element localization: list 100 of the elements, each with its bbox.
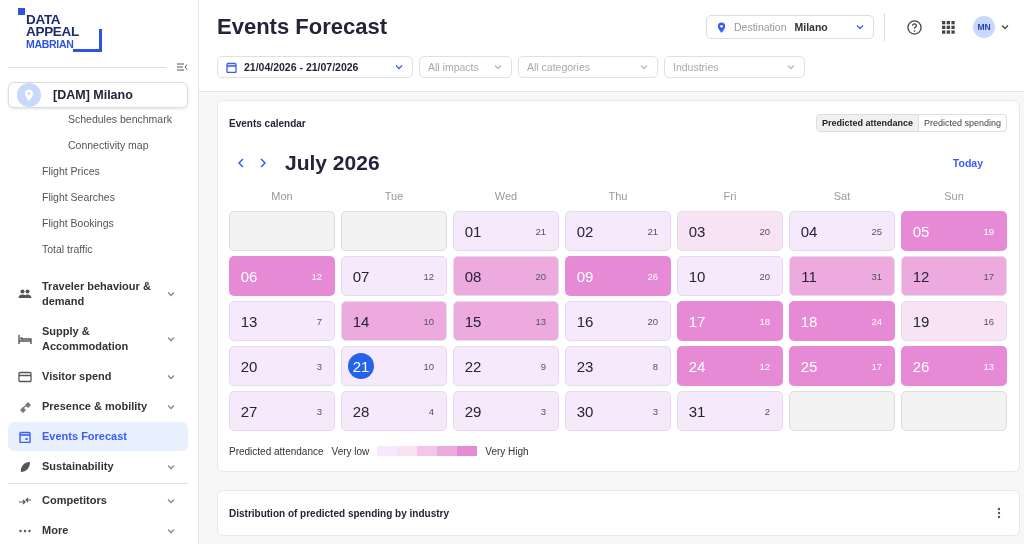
more-options-icon[interactable] [997,507,1001,519]
chevron-down-icon [1000,22,1010,32]
day-number: 25 [799,356,819,377]
nav-link[interactable]: Schedules benchmark [8,106,188,132]
nav-item[interactable]: Supply & Accommodation [8,317,188,361]
legend-label: Very High [485,445,529,457]
day-cell[interactable]: 02 21 [565,211,671,251]
day-cell[interactable]: 07 12 [341,256,447,296]
day-cell[interactable]: 19 16 [901,301,1007,341]
day-cell[interactable]: 13 7 [229,301,335,341]
nav-link[interactable]: Connectivity map [8,132,188,158]
card-title: Events calendar [229,117,306,129]
logo: DATA APPEAL MABRIAN [18,8,108,50]
nav-item[interactable]: Competitors [8,486,188,515]
day-cell[interactable]: 31 2 [677,391,783,431]
weekday-label: Thu [607,190,629,202]
nav-item[interactable]: Events Forecast [8,422,188,451]
day-cell[interactable]: 22 9 [453,346,559,386]
event-count: 17 [983,270,994,282]
day-cell[interactable]: 03 20 [677,211,783,251]
weekday-label: Wed [493,190,519,202]
event-count: 18 [759,315,770,327]
day-number: 19 [911,311,931,332]
day-cell[interactable]: 27 3 [229,391,335,431]
filter-dropdown[interactable]: 21/04/2026 - 21/07/2026 [217,56,413,78]
day-cell[interactable]: 14 10 [341,301,447,341]
day-cell[interactable]: 08 20 [453,256,559,296]
nav-item[interactable]: Presence & mobility [8,392,188,421]
day-number: 28 [351,401,371,422]
day-number: 18 [799,311,819,332]
day-number: 17 [687,311,707,332]
day-number: 13 [239,311,259,332]
day-number: 01 [463,221,483,242]
event-count: 2 [764,405,770,417]
today-button[interactable]: Today [952,157,983,169]
nav-link[interactable]: Flight Bookings [8,210,188,236]
day-cell[interactable]: 29 3 [453,391,559,431]
day-number: 14 [351,311,371,332]
day-number: 09 [575,266,595,287]
event-count: 20 [759,225,770,237]
day-cell[interactable]: 04 25 [789,211,895,251]
day-cell[interactable]: 10 20 [677,256,783,296]
day-number: 11 [800,266,818,287]
day-number: 24 [687,356,707,377]
day-number: 15 [463,311,483,332]
card-icon [18,370,32,383]
nav-item[interactable]: Visitor spend [8,362,188,391]
day-cell[interactable]: 30 3 [565,391,671,431]
event-count: 7 [316,315,322,327]
day-number: 02 [575,221,595,242]
day-number: 10 [687,266,707,287]
event-count: 4 [428,405,434,417]
legend-label: Very low [331,445,370,457]
nav-item[interactable]: Traveler behaviour & demand [8,272,188,316]
event-count: 21 [647,225,658,237]
event-count: 10 [423,360,434,372]
nav-link[interactable]: Flight Prices [8,158,188,184]
page-title: Events Forecast [217,14,388,40]
nav-item[interactable]: Sustainability [8,452,188,481]
event-count: 17 [871,360,882,372]
previous-month-icon[interactable] [237,158,245,168]
collapse-menu-icon[interactable] [176,62,188,72]
next-month-icon[interactable] [259,158,267,168]
calendar-icon [226,61,237,73]
chevron-down-icon [394,62,404,72]
nav-link[interactable]: Flight Searches [8,184,188,210]
day-cell[interactable]: 12 17 [901,256,1007,296]
event-count: 10 [423,315,434,327]
day-number: 27 [239,401,259,422]
day-cell[interactable]: 23 8 [565,346,671,386]
day-number: 20 [239,356,259,377]
day-cell[interactable]: 20 3 [229,346,335,386]
apps-grid-icon[interactable] [942,20,955,34]
day-number: 23 [575,356,595,377]
day-cell[interactable]: 28 4 [341,391,447,431]
destination-selector[interactable]: [DAM] Milano [8,82,188,108]
chevron-down-icon [166,334,176,344]
day-cell[interactable]: 11 31 [789,256,895,296]
day-number: 16 [575,311,595,332]
toggle-option[interactable]: Predicted spending [917,115,1006,131]
day-cell[interactable]: 01 21 [453,211,559,251]
event-count: 21 [535,225,546,237]
toggle-option[interactable]: Predicted attendance [816,115,918,131]
day-number: 30 [575,401,595,422]
user-avatar[interactable]: MN [973,16,995,38]
destination-dropdown[interactable]: Destination Milano [706,15,874,39]
day-cell[interactable]: 21 10 [341,346,447,386]
day-cell[interactable]: 15 13 [453,301,559,341]
event-count: 3 [316,360,322,372]
nav-link[interactable]: Total traffic [8,236,188,262]
nav-item[interactable]: More [8,516,188,544]
weekday-label: Sun [943,190,965,202]
event-count: 19 [983,225,994,237]
help-icon[interactable] [907,19,922,35]
weekday-label: Tue [383,190,405,202]
day-cell[interactable]: 16 20 [565,301,671,341]
people-icon [18,288,32,300]
event-count: 12 [759,360,770,372]
location-pin-icon [24,89,34,101]
calendar-icon [18,430,32,443]
